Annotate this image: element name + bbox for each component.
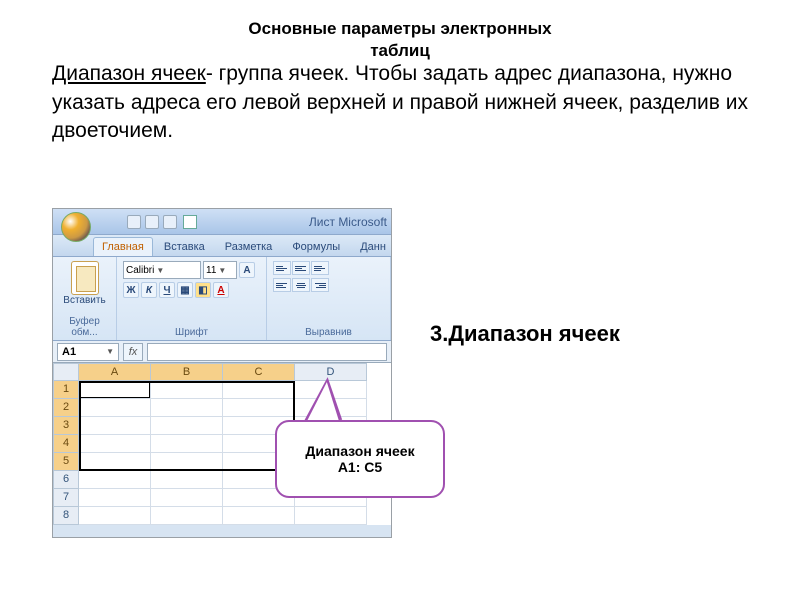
align-bottom-icon[interactable] [311,261,329,275]
cell[interactable] [223,399,295,417]
group-font-label: Шрифт [123,325,260,338]
cell[interactable] [295,507,367,525]
formula-input[interactable] [147,343,387,361]
italic-button[interactable]: К [141,282,157,298]
row-header[interactable]: 1 [53,381,79,399]
cell[interactable] [151,381,223,399]
group-clipboard-label: Буфер обм... [59,314,110,338]
row-header[interactable]: 7 [53,489,79,507]
cell[interactable] [151,453,223,471]
tab-layout[interactable]: Разметка [216,237,282,256]
window-title: Лист Microsoft [309,215,387,229]
titlebar: Лист Microsoft [53,209,391,235]
tab-formulas[interactable]: Формулы [283,237,349,256]
group-clipboard: Вставить Буфер обм... [53,257,117,340]
cell[interactable] [151,489,223,507]
align-left-icon[interactable] [273,278,291,292]
cell[interactable] [79,507,151,525]
align-middle-icon[interactable] [292,261,310,275]
grow-font-icon[interactable]: A [239,262,255,278]
paste-icon[interactable] [71,261,99,295]
qat-redo-icon[interactable] [163,215,177,229]
row-header[interactable]: 4 [53,435,79,453]
callout-line2: А1: С5 [305,459,414,475]
group-alignment: Выравнив [267,257,391,340]
font-size-combo[interactable]: 11▼ [203,261,237,279]
term: Диапазон ячеек [52,62,206,85]
callout-tail [301,381,339,424]
qat-save-icon[interactable] [127,215,141,229]
cell[interactable] [79,381,151,399]
cell[interactable] [79,399,151,417]
border-icon[interactable]: ▦ [177,282,193,298]
col-header[interactable]: A [79,363,151,381]
cell[interactable] [151,435,223,453]
callout-line1: Диапазон ячеек [305,443,414,459]
cell[interactable] [79,471,151,489]
col-header[interactable]: B [151,363,223,381]
side-label: 3.Диапазон ячеек [430,320,620,349]
font-name-combo[interactable]: Calibri▼ [123,261,201,279]
align-right-icon[interactable] [311,278,329,292]
row-header[interactable]: 8 [53,507,79,525]
row-header[interactable]: 2 [53,399,79,417]
qat-undo-icon[interactable] [145,215,159,229]
page-title: Основные параметры электронных таблиц [0,0,800,62]
align-center-icon[interactable] [292,278,310,292]
cell[interactable] [223,381,295,399]
group-font: Calibri▼ 11▼ A Ж К Ч ▦ ◧ A Шрифт [117,257,267,340]
body-paragraph: Диапазон ячеек- группа ячеек. Чтобы зада… [0,60,800,145]
ribbon-tabs: Главная Вставка Разметка Формулы Данн [53,235,391,257]
bold-button[interactable]: Ж [123,282,139,298]
paste-label: Вставить [59,295,110,306]
underline-button[interactable]: Ч [159,282,175,298]
cell[interactable] [151,507,223,525]
row-header[interactable]: 3 [53,417,79,435]
col-header[interactable]: C [223,363,295,381]
chevron-down-icon: ▼ [156,266,164,275]
cell[interactable] [223,507,295,525]
row-header[interactable]: 6 [53,471,79,489]
cell[interactable] [79,417,151,435]
ribbon: Вставить Буфер обм... Calibri▼ 11▼ A Ж К… [53,257,391,341]
tab-insert[interactable]: Вставка [155,237,214,256]
cell[interactable] [79,453,151,471]
fill-color-icon[interactable]: ◧ [195,282,211,298]
tab-data[interactable]: Данн [351,237,392,256]
quick-access-toolbar [127,215,177,229]
office-button-icon[interactable] [61,212,91,242]
formula-bar: A1▼ fx [53,341,391,363]
cell[interactable] [151,399,223,417]
select-all-corner[interactable] [53,363,79,381]
tab-home[interactable]: Главная [93,237,153,256]
cell[interactable] [79,489,151,507]
cell[interactable] [79,435,151,453]
align-top-icon[interactable] [273,261,291,275]
chevron-down-icon: ▼ [106,347,114,356]
callout: Диапазон ячеек А1: С5 [275,420,445,498]
name-box[interactable]: A1▼ [57,343,119,361]
document-icon [183,215,197,229]
cell[interactable] [151,417,223,435]
row-header[interactable]: 5 [53,453,79,471]
chevron-down-icon: ▼ [218,266,226,275]
font-color-icon[interactable]: A [213,282,229,298]
cell[interactable] [151,471,223,489]
fx-icon[interactable]: fx [123,343,143,361]
group-align-label: Выравнив [273,325,384,338]
